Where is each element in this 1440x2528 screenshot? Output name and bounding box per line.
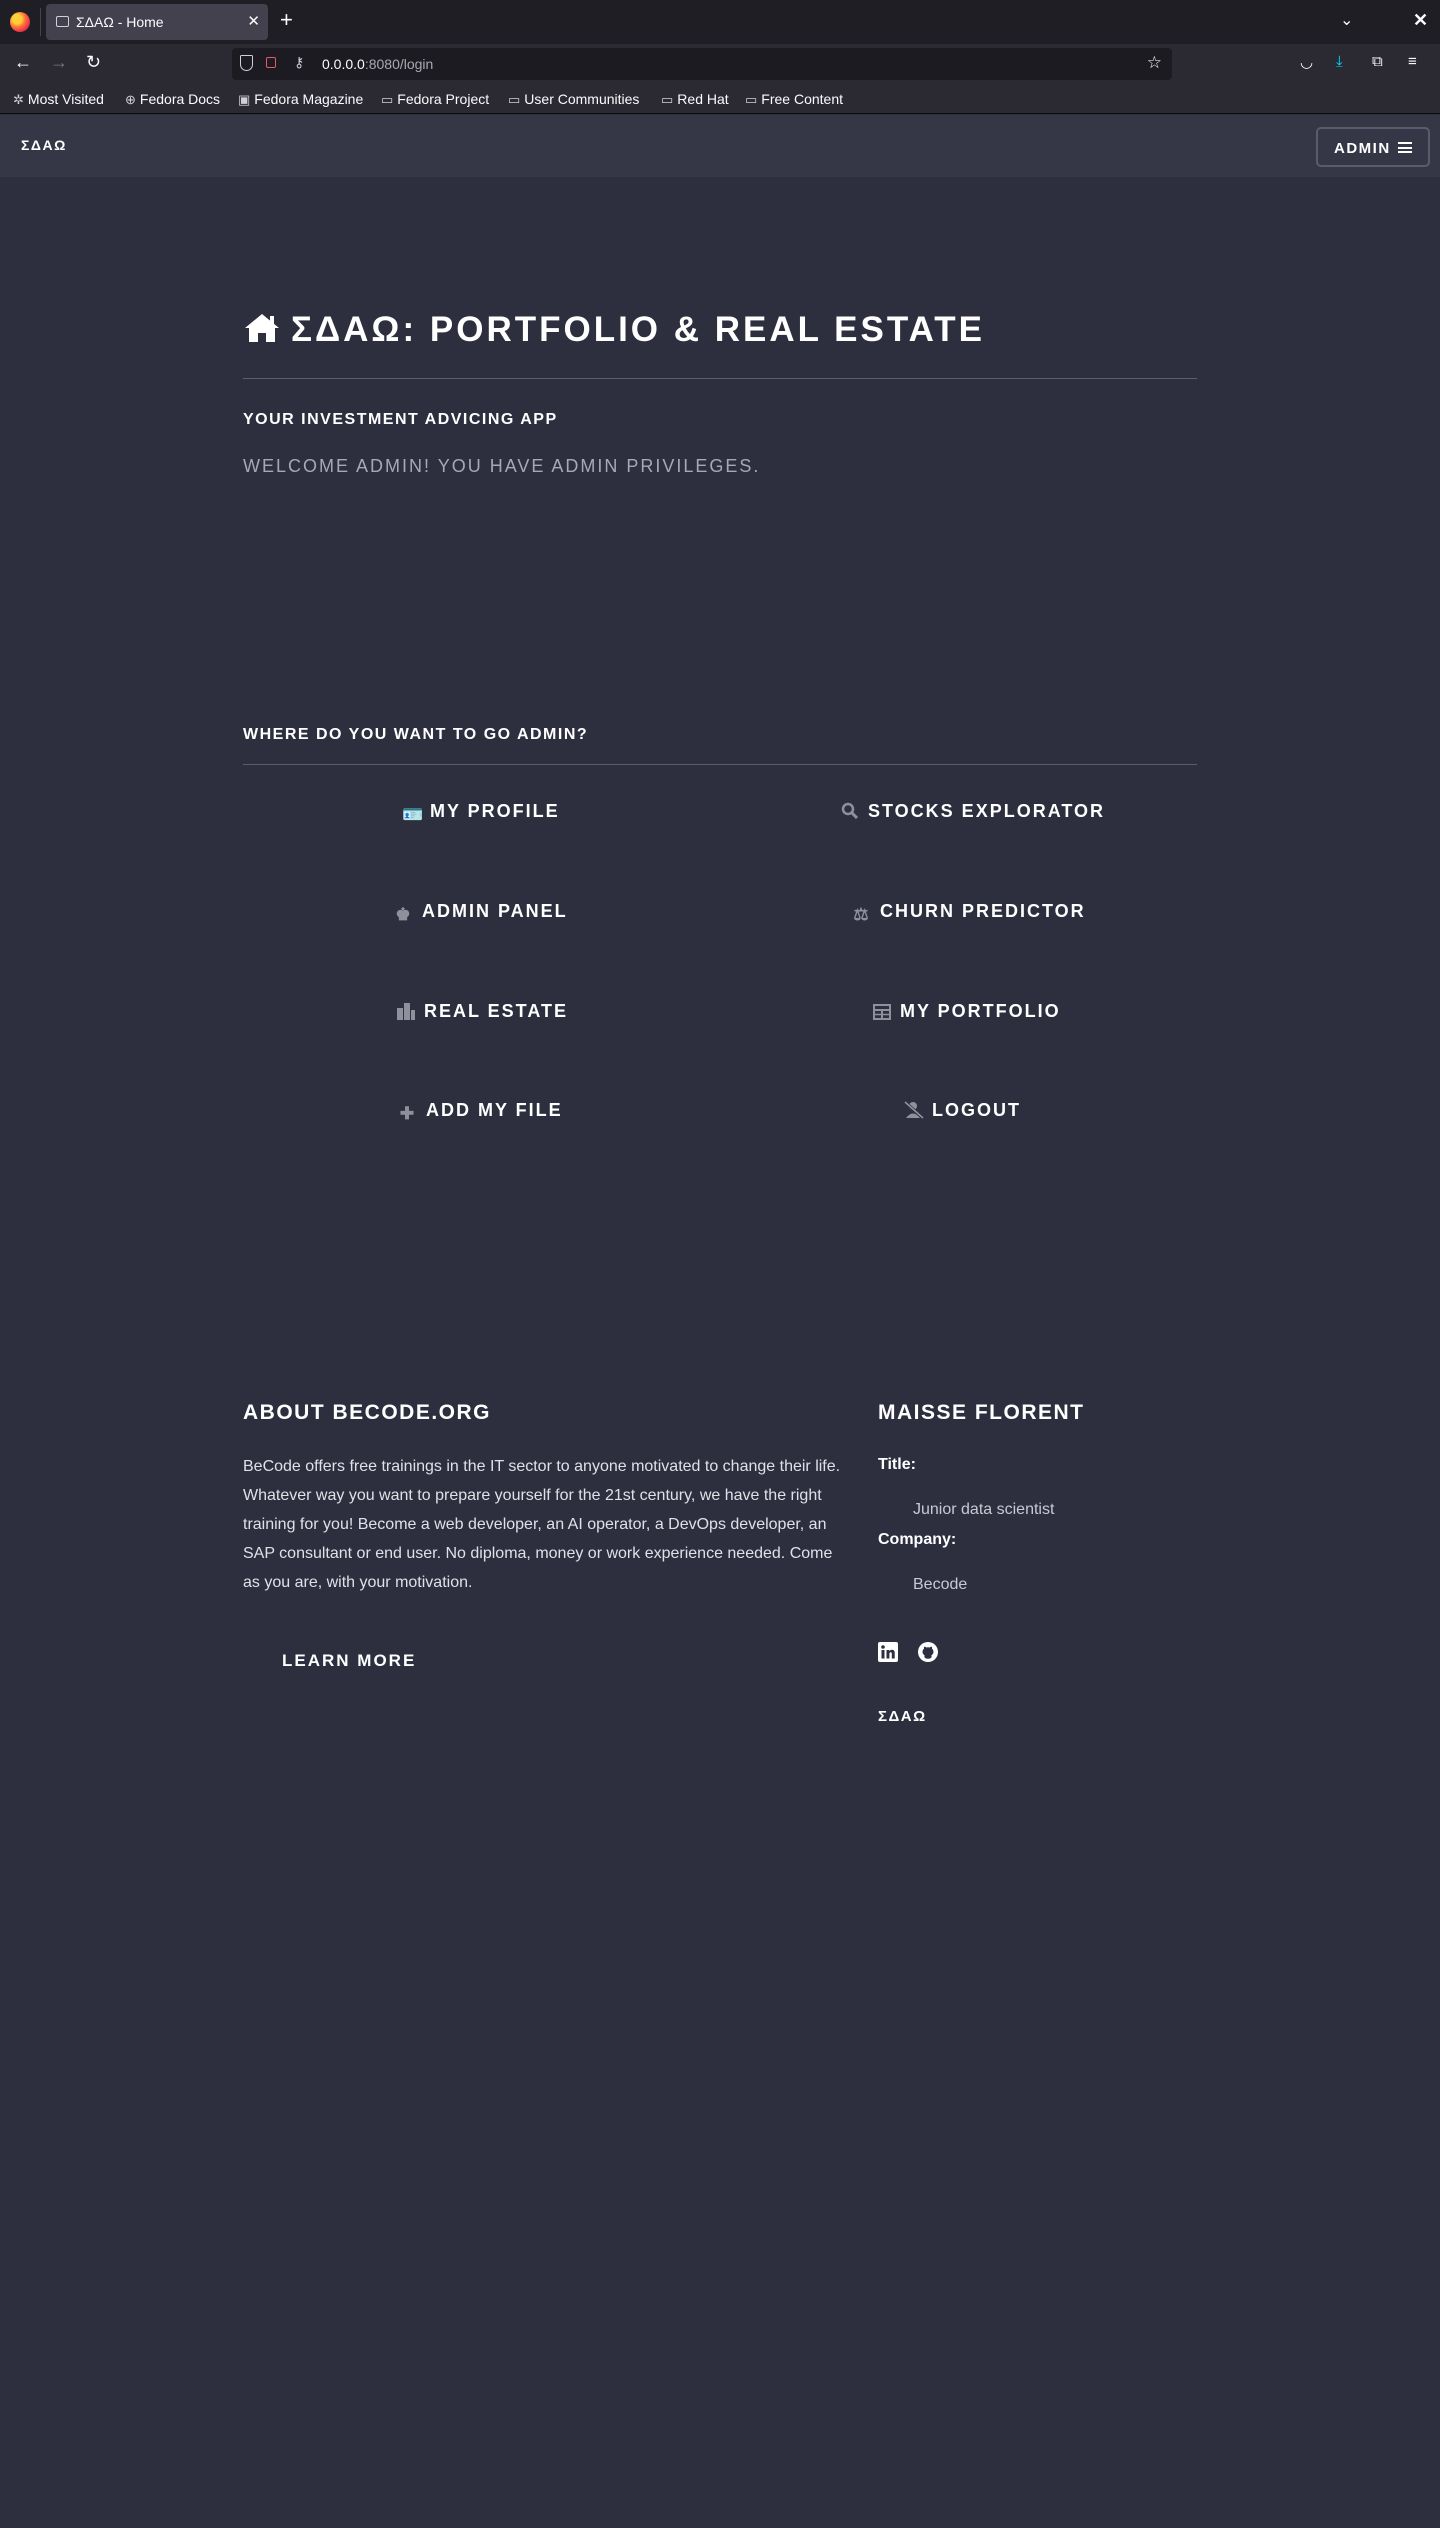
welcome-message: WELCOME ADMIN! YOU HAVE ADMIN PRIVILEGES… [243, 456, 761, 476]
extensions-icon[interactable]: ⧉ [1372, 53, 1383, 70]
churn-predictor-link[interactable]: ⚖ CHURN PREDICTOR [852, 901, 1086, 931]
company-value: Becode [913, 1576, 968, 1593]
id-card-icon: 🪪 [402, 805, 426, 824]
back-arrow-icon[interactable]: ← [14, 52, 32, 73]
title-label: Title: [878, 1456, 916, 1473]
bookmark-red-hat[interactable]: ▭ Red Hat [661, 91, 729, 108]
browser-toolbar: ← → ↻ ⚷ 0.0.0.0:8080/login ☆ ◡ ⤓ ⧉ ≡ [0, 44, 1440, 84]
navigation-title: WHERE DO YOU WANT TO GO ADMIN? [243, 726, 589, 743]
bookmarks-bar: ✲ Most Visited ⊕ Fedora Docs ▣ Fedora Magaz… [0, 84, 1440, 114]
crown-icon: ♚ [395, 905, 413, 924]
divider [243, 764, 1197, 765]
folder-icon: ▭ [661, 92, 674, 107]
home-icon [245, 314, 279, 342]
about-text: BeCode offers free trainings in the IT s… [243, 1458, 841, 1591]
insecure-lock-icon[interactable] [266, 57, 276, 68]
bookmark-user-communities[interactable]: ▭ User Communities [508, 91, 639, 108]
url-bar[interactable]: ⚷ 0.0.0.0:8080/login ☆ [232, 48, 1172, 80]
github-icon[interactable] [918, 1642, 938, 1662]
download-icon[interactable]: ⤓ [1336, 53, 1343, 70]
company-label: Company: [878, 1531, 957, 1548]
add-my-file-link[interactable]: ✚ ADD MY FILE [398, 1100, 563, 1130]
page-title: ΣΔΑΩ: PORTFOLIO & REAL ESTATE [243, 310, 985, 350]
app-menu-icon[interactable]: ≡ [1408, 53, 1417, 70]
pocket-icon[interactable]: ◡ [1300, 53, 1313, 71]
folder-icon: ▭ [508, 92, 521, 107]
stocks-explorator-link[interactable]: STOCKS EXPLORATOR [840, 801, 1105, 831]
bookmark-star-icon[interactable]: ☆ [1147, 53, 1162, 73]
admin-menu-button[interactable]: ADMIN [1316, 127, 1430, 167]
new-tab-button[interactable]: + [280, 9, 293, 31]
footer-brand: ΣΔΑΩ [878, 1708, 927, 1725]
linkedin-icon[interactable] [878, 1642, 898, 1662]
my-portfolio-link[interactable]: MY PORTFOLIO [872, 1001, 1061, 1031]
tab-title: ΣΔΑΩ - Home [76, 14, 164, 30]
divider [243, 378, 1197, 379]
site-brand-link[interactable]: ΣΔΑΩ [21, 137, 67, 153]
shield-icon[interactable] [240, 55, 253, 71]
real-estate-link[interactable]: REAL ESTATE [396, 1001, 568, 1031]
search-icon [840, 802, 860, 820]
page-favicon-icon [56, 16, 69, 27]
bookmark-fedora-magazine[interactable]: ▣ Fedora Magazine [238, 91, 363, 108]
plus-icon: ✚ [399, 1104, 417, 1123]
tab-divider [40, 8, 41, 36]
about-title: ABOUT BECODE.ORG [243, 1401, 492, 1424]
learn-more-button[interactable]: LEARN MORE [282, 1651, 416, 1671]
forward-arrow-icon[interactable]: → [50, 52, 68, 73]
close-tab-icon[interactable]: ✕ [247, 12, 260, 30]
folder-icon: ▭ [381, 92, 394, 107]
folder-icon: ▭ [745, 92, 758, 107]
site-header: ΣΔΑΩ ADMIN [0, 115, 1440, 177]
bookmark-free-content[interactable]: ▭ Free Content [745, 91, 843, 108]
menu-label: ADMIN [1334, 140, 1391, 157]
author-name: MAISSE FLORENT [878, 1401, 1085, 1424]
user-scale-icon: ⚖ [853, 905, 871, 924]
firefox-icon[interactable] [10, 12, 30, 32]
bookmark-fedora-docs[interactable]: ⊕ Fedora Docs [125, 91, 220, 108]
reload-icon[interactable]: ↻ [86, 52, 101, 73]
page-subtitle: YOUR INVESTMENT ADVICING APP [243, 411, 558, 428]
key-icon[interactable]: ⚷ [294, 54, 304, 71]
table-icon [872, 1004, 892, 1022]
window-close-icon[interactable]: ✕ [1413, 10, 1428, 31]
logout-link[interactable]: LOGOUT [904, 1100, 1021, 1130]
gear-icon: ✲ [13, 92, 24, 107]
hamburger-icon [1398, 142, 1412, 153]
globe-icon: ⊕ [125, 92, 136, 107]
browser-tab-strip: ΣΔΑΩ - Home ✕ + ⌄ ✕ [0, 0, 1440, 44]
bookmark-fedora-project[interactable]: ▭ Fedora Project [381, 91, 489, 108]
bookmark-most-visited[interactable]: ✲ Most Visited [13, 91, 104, 108]
user-slash-icon [904, 1100, 924, 1120]
title-value: Junior data scientist [913, 1501, 1055, 1518]
active-tab[interactable]: ΣΔΑΩ - Home ✕ [46, 4, 268, 40]
city-icon [396, 1002, 416, 1020]
chevron-down-icon[interactable]: ⌄ [1340, 10, 1353, 30]
fedora-magazine-icon: ▣ [238, 92, 251, 107]
url-text[interactable]: 0.0.0.0:8080/login [322, 56, 433, 72]
admin-panel-link[interactable]: ♚ ADMIN PANEL [394, 901, 568, 931]
my-profile-link[interactable]: 🪪 MY PROFILE [402, 801, 560, 831]
